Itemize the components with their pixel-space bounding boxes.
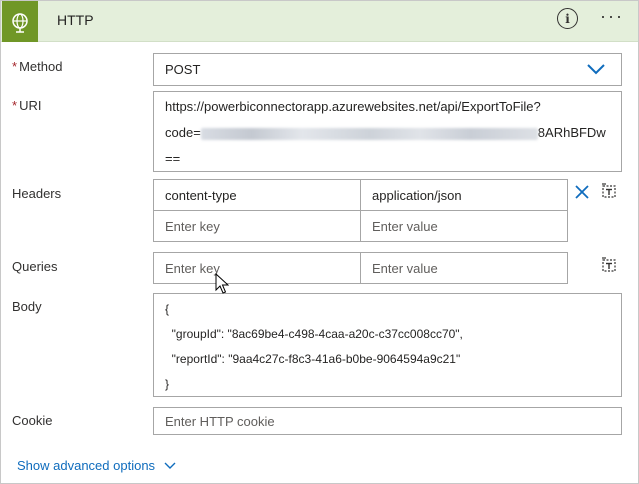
header-key-input[interactable]: content-type — [153, 179, 361, 211]
uri-line-3: == — [165, 151, 181, 166]
globe-icon — [2, 1, 38, 42]
text-mode-icon[interactable] — [601, 257, 617, 273]
http-action-card: HTTP i ··· * Method POST * URI https://pow… — [0, 0, 639, 484]
text-mode-icon[interactable] — [601, 183, 617, 199]
body-line: } — [165, 377, 170, 391]
mouse-cursor-icon — [215, 273, 229, 294]
body-line: { — [165, 302, 170, 316]
method-select[interactable]: POST — [153, 53, 622, 86]
uri-line-1: https://powerbiconnectorapp.azurewebsite… — [165, 99, 541, 114]
body-line: "groupId": "8ac69be4-c498-4caa-a20c-c37c… — [165, 327, 463, 341]
uri-input[interactable]: https://powerbiconnectorapp.azurewebsite… — [153, 91, 622, 172]
info-icon[interactable]: i — [557, 8, 578, 29]
redacted-code — [200, 127, 538, 140]
queries-label: Queries — [12, 259, 58, 274]
body-label: Body — [12, 299, 42, 314]
header-value-input-empty[interactable]: Enter value — [360, 210, 568, 242]
action-header[interactable]: HTTP i ··· — [1, 1, 638, 42]
query-key-input[interactable]: Enter key — [153, 252, 361, 284]
body-line: "reportId": "9aa4c27c-f8c3-41a6-b0be-906… — [165, 352, 461, 366]
required-mark: * — [12, 59, 18, 74]
close-icon[interactable] — [575, 185, 589, 199]
show-advanced-options-link[interactable]: Show advanced options — [17, 458, 176, 473]
uri-line-2: code= 8ARhBFDw — [165, 125, 606, 140]
uri-label: * URI — [12, 98, 42, 113]
cookie-input[interactable]: Enter HTTP cookie — [153, 407, 622, 435]
required-mark: * — [12, 98, 18, 113]
action-title: HTTP — [57, 12, 94, 28]
method-value: POST — [165, 62, 201, 77]
body-textarea[interactable]: { "groupId": "8ac69be4-c498-4caa-a20c-c3… — [153, 293, 622, 397]
more-icon[interactable]: ··· — [600, 7, 624, 25]
query-value-input[interactable]: Enter value — [360, 252, 568, 284]
header-value-input[interactable]: application/json — [360, 179, 568, 211]
chevron-down-icon — [164, 462, 176, 469]
cookie-label: Cookie — [12, 413, 53, 428]
header-key-input-empty[interactable]: Enter key — [153, 210, 361, 242]
headers-label: Headers — [12, 186, 62, 201]
method-label: * Method — [12, 59, 63, 74]
chevron-down-icon — [587, 64, 605, 75]
